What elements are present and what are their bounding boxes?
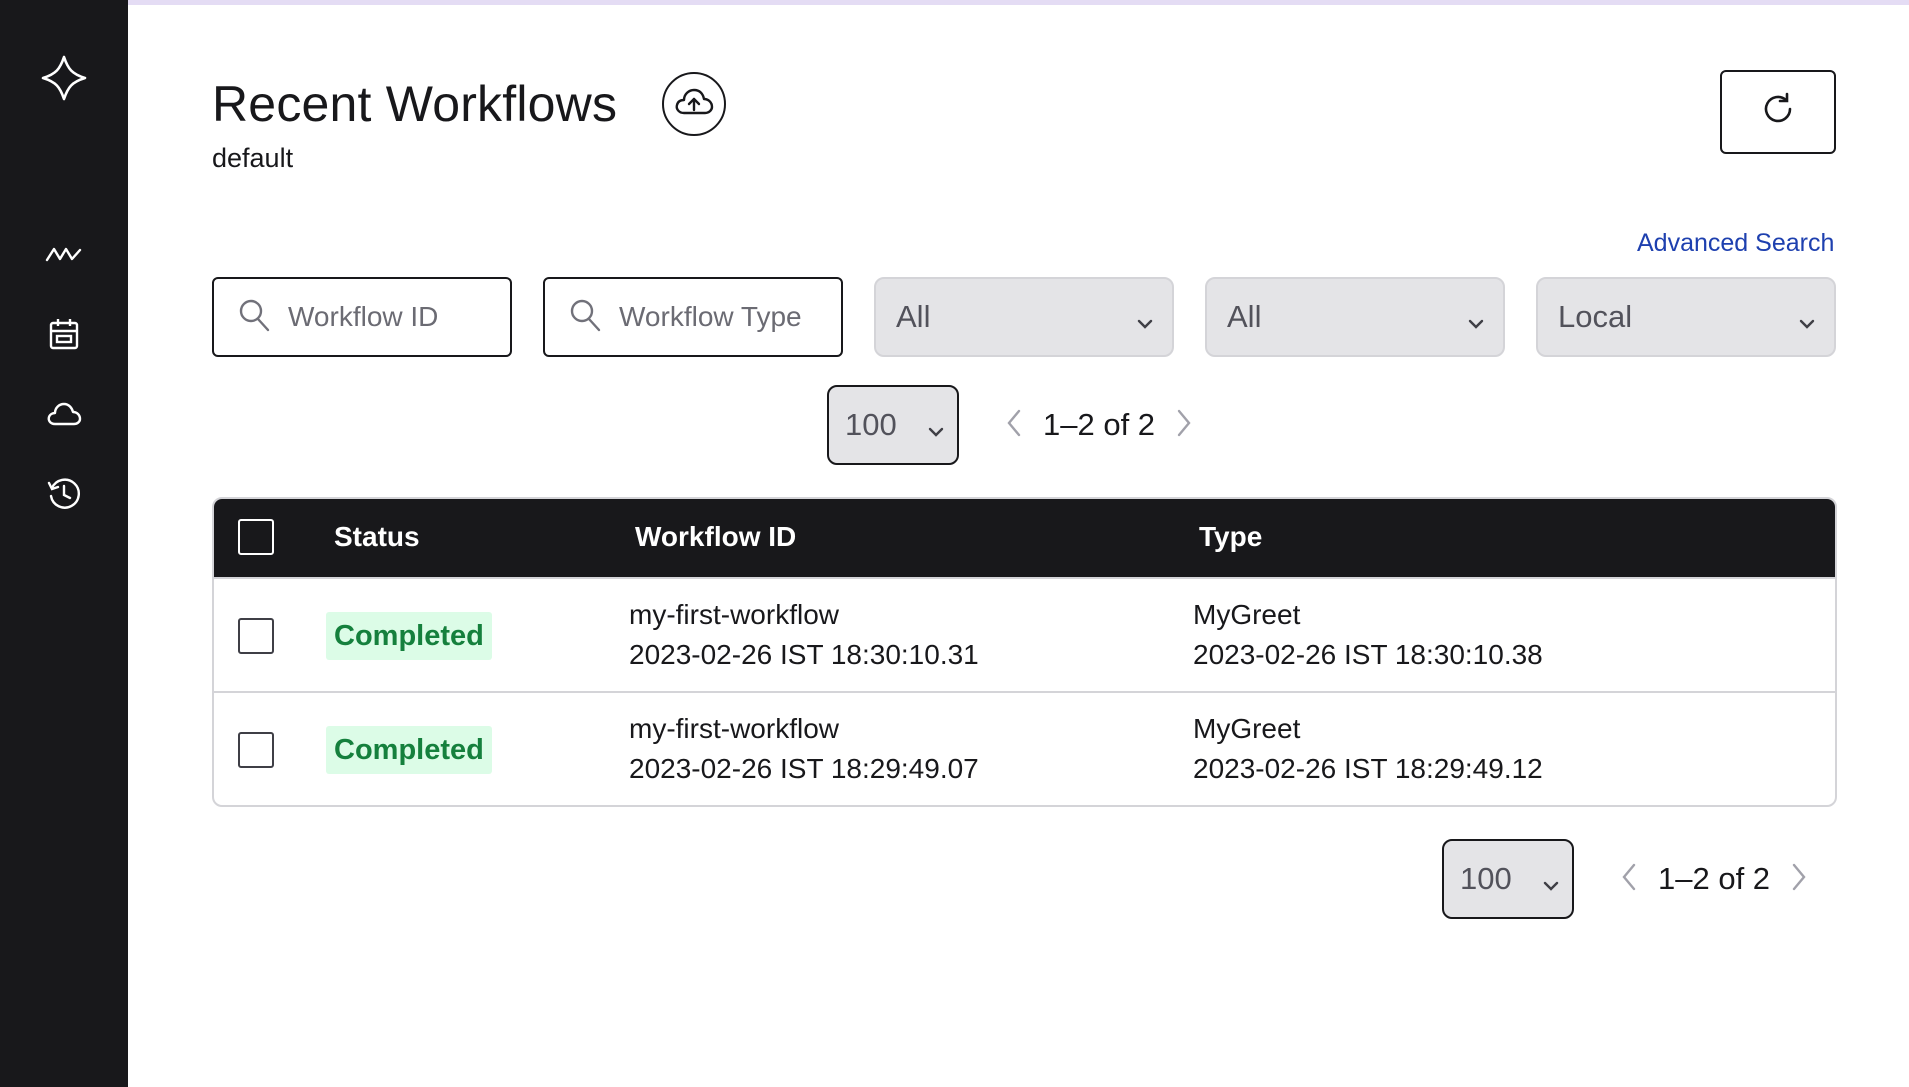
workflow-type: MyGreet bbox=[1193, 599, 1301, 630]
page-range: 1–2 of 2 bbox=[1043, 407, 1156, 442]
workflow-id-link[interactable]: my-first-workflow bbox=[629, 595, 979, 635]
workflow-id-cell[interactable]: my-first-workflow 2023-02-26 IST 18:29:4… bbox=[629, 709, 979, 789]
next-page-button[interactable] bbox=[1784, 859, 1814, 899]
workflow-id-search-input[interactable]: Workflow ID bbox=[212, 277, 512, 357]
workflow-type: MyGreet bbox=[1193, 713, 1301, 744]
previous-page-button[interactable] bbox=[999, 405, 1029, 445]
type-cell: MyGreet 2023-02-26 IST 18:30:10.38 bbox=[1193, 595, 1543, 675]
pagination-bottom: 100 1–2 of 2 bbox=[1442, 839, 1814, 919]
chevron-down-icon bbox=[1796, 307, 1818, 343]
workflow-type-placeholder: Workflow Type bbox=[619, 301, 802, 332]
table-row[interactable]: Completed my-first-workflow 2023-02-26 I… bbox=[214, 577, 1835, 691]
row-checkbox[interactable] bbox=[238, 732, 274, 768]
search-icon bbox=[238, 298, 270, 337]
select-all-checkbox[interactable] bbox=[238, 519, 274, 555]
namespace-label: default bbox=[212, 143, 294, 173]
column-header-workflow-id: Workflow ID bbox=[635, 521, 797, 552]
status-badge: Completed bbox=[326, 612, 492, 660]
end-time: 2023-02-26 IST 18:30:10.38 bbox=[1193, 639, 1543, 670]
chevron-down-icon bbox=[925, 415, 947, 451]
status-filter-value: All bbox=[896, 299, 931, 334]
end-time: 2023-02-26 IST 18:29:49.12 bbox=[1193, 753, 1543, 784]
refresh-icon bbox=[1760, 92, 1796, 133]
status-filter-select[interactable]: All bbox=[874, 277, 1174, 357]
workflow-id-cell[interactable]: my-first-workflow 2023-02-26 IST 18:30:1… bbox=[629, 595, 979, 675]
column-header-type: Type bbox=[1199, 521, 1263, 552]
timezone-select[interactable]: Local bbox=[1536, 277, 1836, 357]
previous-page-button[interactable] bbox=[1614, 859, 1644, 899]
row-checkbox[interactable] bbox=[238, 618, 274, 654]
next-page-button[interactable] bbox=[1169, 405, 1199, 445]
chevron-right-icon bbox=[1791, 862, 1807, 897]
time-filter-value: All bbox=[1227, 299, 1262, 334]
workflow-id-link[interactable]: my-first-workflow bbox=[629, 709, 979, 749]
advanced-search-link[interactable]: Advanced Search bbox=[1637, 229, 1834, 258]
page-size-value: 100 bbox=[845, 407, 897, 442]
page-size-select[interactable]: 100 bbox=[1442, 839, 1574, 919]
search-icon bbox=[569, 298, 601, 337]
main-content: Recent Workflows default Advanced Search bbox=[128, 5, 1909, 1087]
cloud-icon[interactable] bbox=[40, 390, 88, 438]
table-row[interactable]: Completed my-first-workflow 2023-02-26 I… bbox=[214, 691, 1835, 805]
workflows-icon[interactable] bbox=[40, 230, 88, 278]
upload-cloud-button[interactable] bbox=[662, 72, 726, 136]
chevron-left-icon bbox=[1006, 408, 1022, 443]
pagination-top: 100 1–2 of 2 bbox=[827, 385, 1199, 465]
table-header: Status Workflow ID Type bbox=[214, 499, 1835, 577]
type-cell: MyGreet 2023-02-26 IST 18:29:49.12 bbox=[1193, 709, 1543, 789]
history-icon[interactable] bbox=[40, 470, 88, 518]
refresh-button[interactable] bbox=[1720, 70, 1836, 154]
timezone-value: Local bbox=[1558, 299, 1633, 334]
chevron-down-icon bbox=[1540, 869, 1562, 905]
page-range: 1–2 of 2 bbox=[1658, 861, 1771, 896]
workflow-id-placeholder: Workflow ID bbox=[288, 301, 439, 332]
status-badge: Completed bbox=[326, 726, 492, 774]
workflows-table: Status Workflow ID Type Completed my-fir… bbox=[212, 497, 1837, 807]
sidebar bbox=[0, 0, 128, 1087]
chevron-right-icon bbox=[1176, 408, 1192, 443]
chevron-left-icon bbox=[1621, 862, 1637, 897]
schedules-icon[interactable] bbox=[40, 310, 88, 358]
workflow-type-search-input[interactable]: Workflow Type bbox=[543, 277, 843, 357]
page-size-value: 100 bbox=[1460, 861, 1512, 896]
chevron-down-icon bbox=[1134, 307, 1156, 343]
start-time: 2023-02-26 IST 18:30:10.31 bbox=[629, 639, 979, 670]
cloud-upload-icon bbox=[673, 86, 715, 123]
page-title: Recent Workflows bbox=[212, 76, 618, 132]
page-size-select[interactable]: 100 bbox=[827, 385, 959, 465]
time-filter-select[interactable]: All bbox=[1205, 277, 1505, 357]
temporal-logo-icon[interactable] bbox=[36, 50, 92, 106]
column-header-status: Status bbox=[334, 521, 420, 552]
chevron-down-icon bbox=[1465, 307, 1487, 343]
start-time: 2023-02-26 IST 18:29:49.07 bbox=[629, 753, 979, 784]
